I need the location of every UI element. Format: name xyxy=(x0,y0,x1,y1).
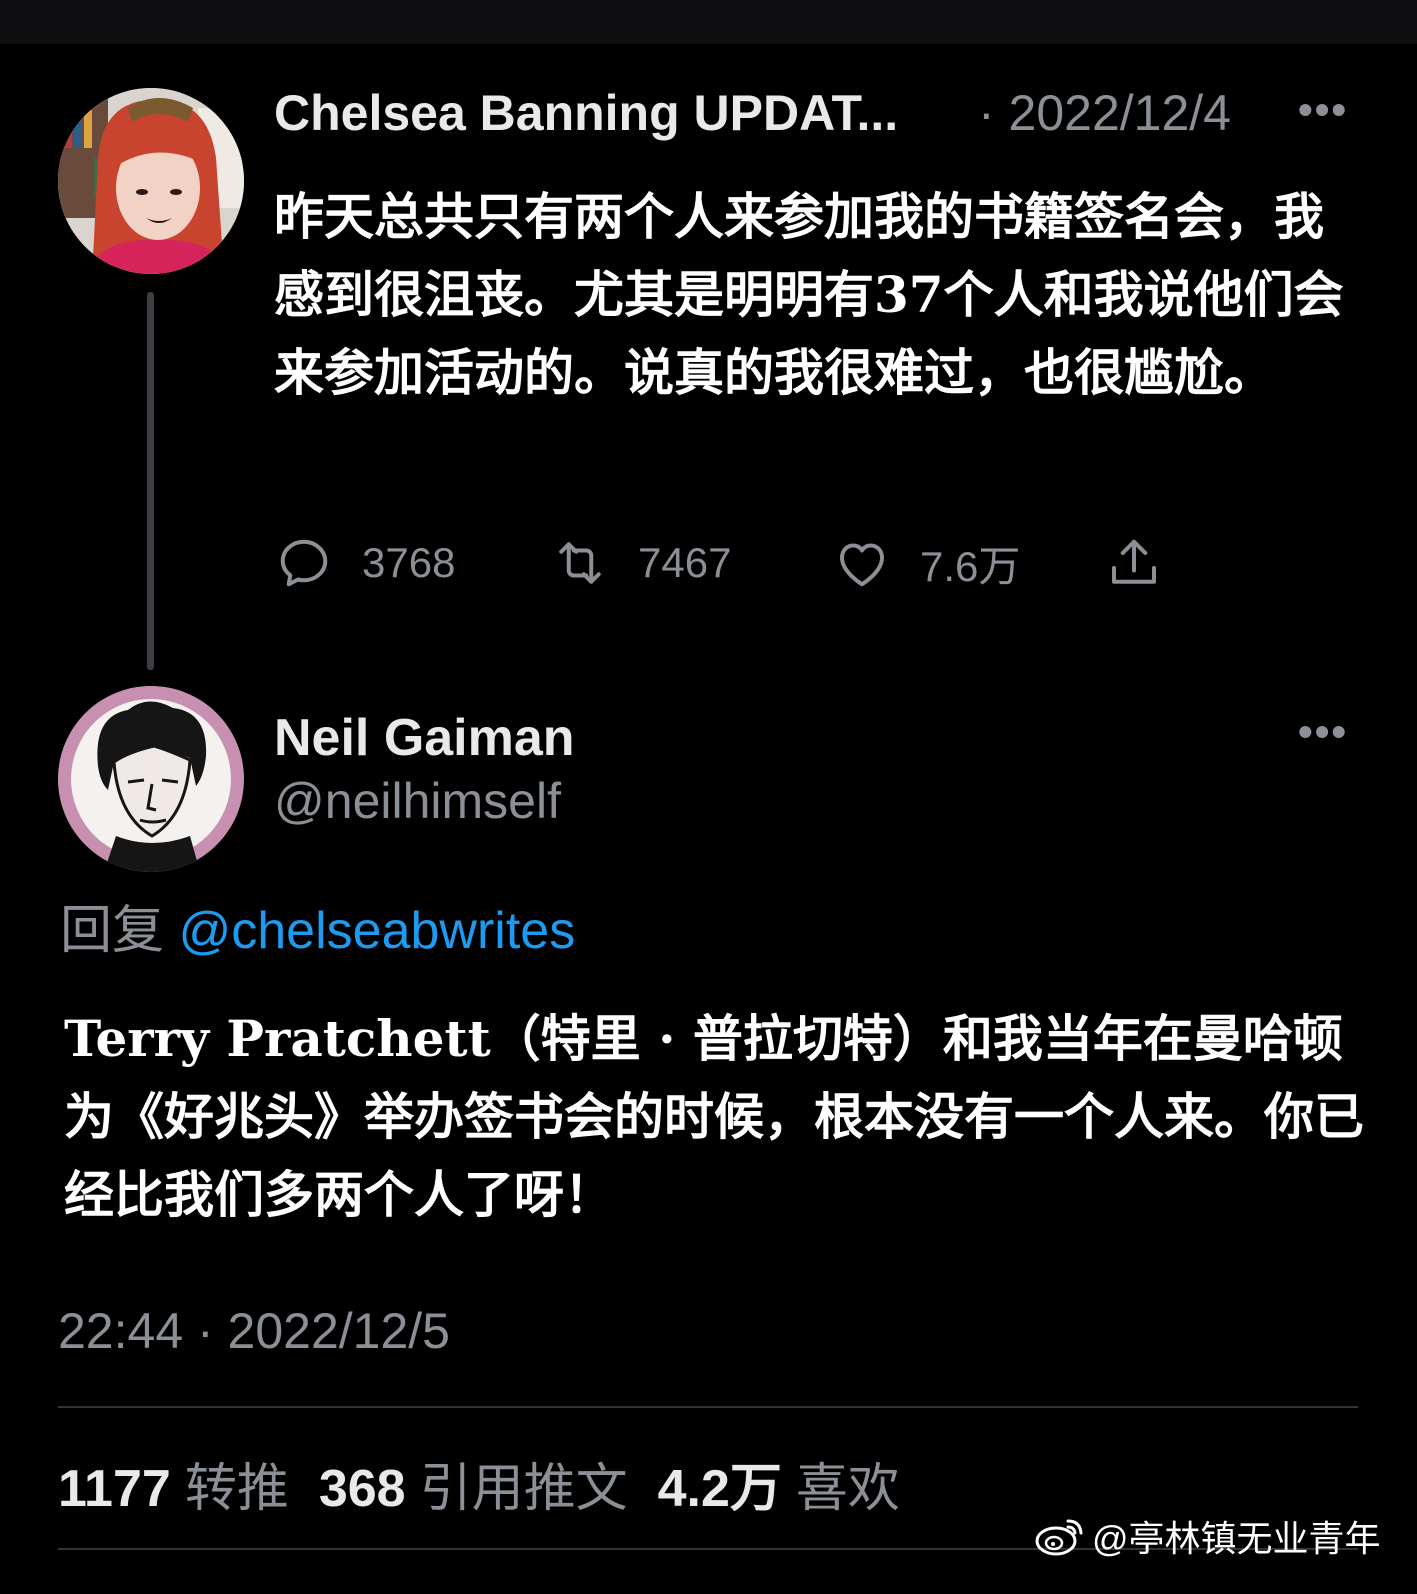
share-icon xyxy=(1112,539,1156,584)
tweet1-text: 昨天总共只有两个人来参加我的书籍签名会，我感到很沮丧。尤其是明明有37个人和我说… xyxy=(274,187,1344,402)
reply-prefix: 回复 xyxy=(60,902,165,960)
retweets-label[interactable]: 转推 xyxy=(185,1460,289,1518)
tweet1-date[interactable]: · 2022/12/4 xyxy=(978,84,1231,142)
tweet1-more-icon[interactable]: ••• xyxy=(1298,86,1348,134)
watermark-text: @亭林镇无业青年 xyxy=(1092,1518,1381,1559)
like-count: 7.6万 xyxy=(920,542,1021,590)
divider xyxy=(58,1406,1358,1408)
replying-to: 回复 @chelseabwrites xyxy=(60,888,575,963)
retweets-count[interactable]: 1177 xyxy=(58,1460,171,1518)
tweet1-author-name[interactable]: Chelsea Banning UPDAT... xyxy=(274,84,898,142)
chelsea-avatar[interactable] xyxy=(58,88,244,274)
reply-count: 3768 xyxy=(362,539,456,586)
tweet2-stats: 1177 转推 368 引用推文 4.2万 喜欢 xyxy=(58,1446,930,1521)
retweet-icon xyxy=(559,542,601,584)
tweet2-author-name[interactable]: Neil Gaiman xyxy=(274,708,575,768)
quotes-label[interactable]: 引用推文 xyxy=(420,1460,628,1518)
chelsea-avatar-image xyxy=(58,88,244,274)
reply-mention-link[interactable]: @chelseabwrites xyxy=(178,902,575,960)
tweet2-text: Terry Pratchett（特里 · 普拉切特）和我当年在曼哈顿为《好兆头》… xyxy=(64,1009,1364,1224)
neil-avatar-image xyxy=(58,686,244,872)
likes-label[interactable]: 喜欢 xyxy=(796,1460,900,1518)
quotes-count[interactable]: 368 xyxy=(319,1460,406,1518)
tweet2-more-icon[interactable]: ••• xyxy=(1298,708,1348,756)
tweet1-actions: 3768 7467 7.6万 xyxy=(274,528,1174,598)
top-bar xyxy=(0,0,1417,44)
watermark: @亭林镇无业青年 xyxy=(1034,1510,1381,1562)
heart-icon xyxy=(840,543,884,587)
reply-button[interactable]: 3768 xyxy=(274,528,455,598)
likes-count[interactable]: 4.2万 xyxy=(658,1460,782,1518)
retweet-button[interactable]: 7467 xyxy=(550,528,731,598)
retweet-count: 7467 xyxy=(638,539,732,586)
share-button[interactable] xyxy=(1104,528,1164,598)
weibo-icon xyxy=(1035,1519,1083,1556)
thread-connector-line xyxy=(147,292,154,670)
neil-avatar[interactable] xyxy=(58,686,244,872)
reply-icon xyxy=(280,539,328,587)
like-button[interactable]: 7.6万 xyxy=(832,528,1020,598)
tweet2-author-handle[interactable]: @neilhimself xyxy=(274,772,561,830)
tweet2-timestamp[interactable]: 22:44 · 2022/12/5 xyxy=(58,1302,450,1360)
